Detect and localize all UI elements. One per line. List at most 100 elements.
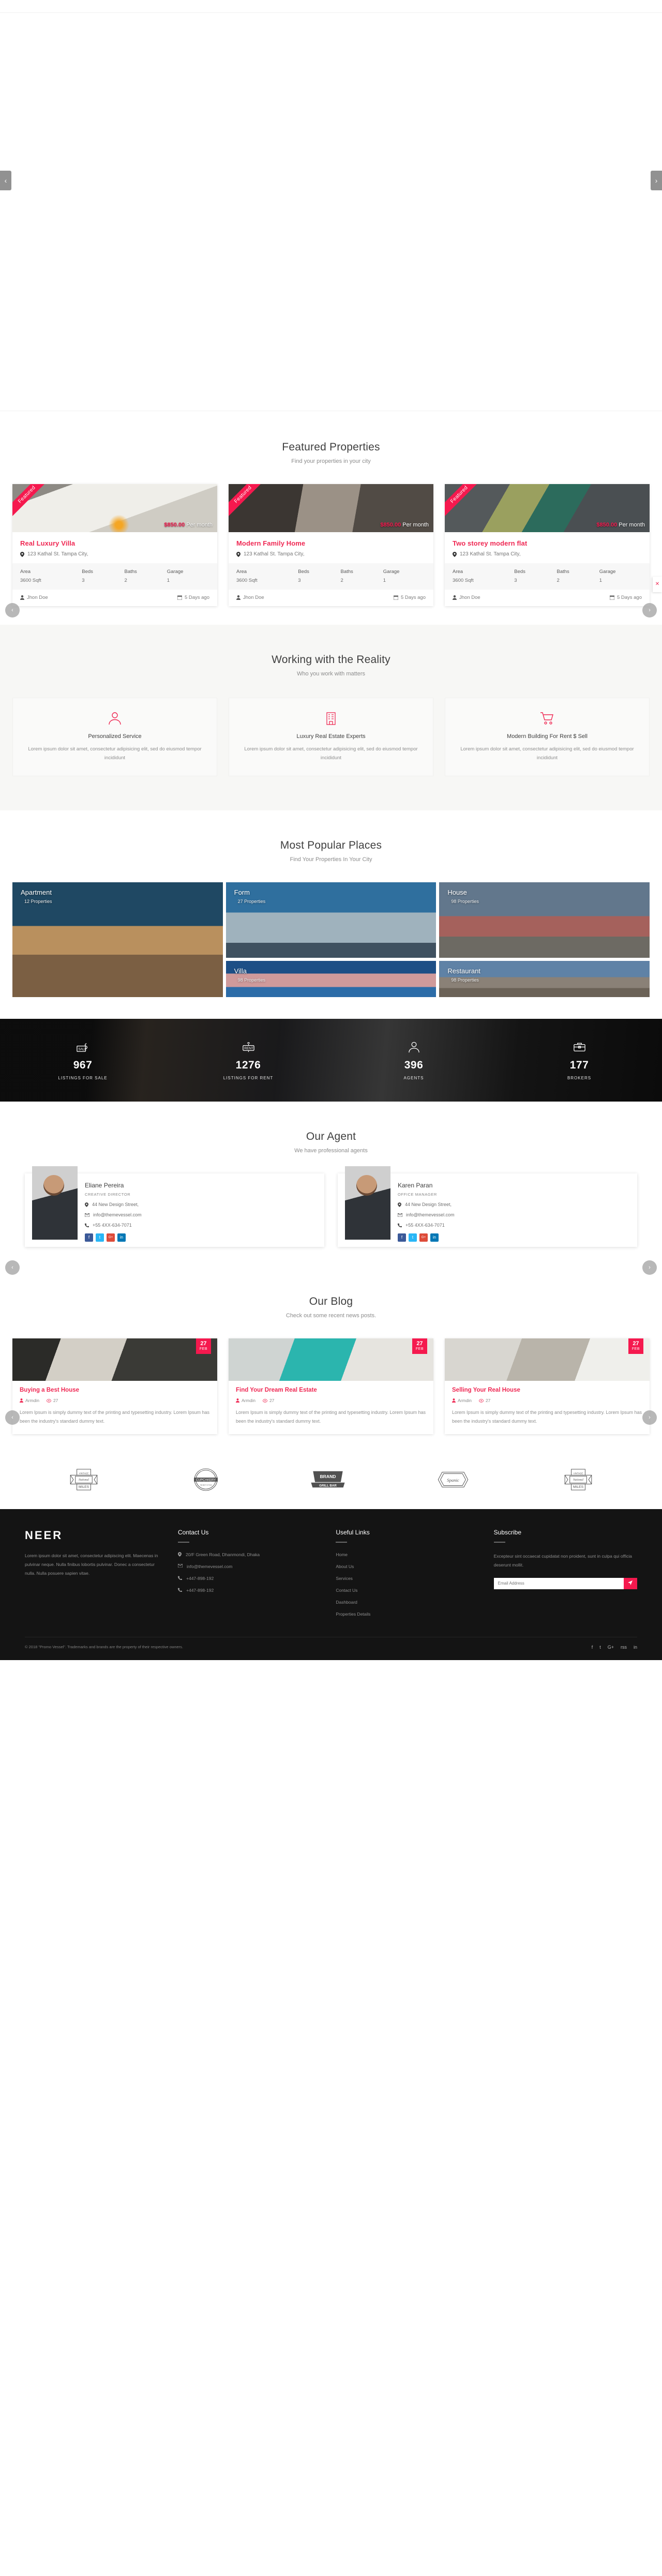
agent-email-text[interactable]: info@themevessel.com — [93, 1212, 142, 1217]
linkedin-icon[interactable]: in — [634, 1645, 637, 1650]
map-pin-icon — [20, 551, 24, 557]
price-unit: Per month — [619, 522, 645, 528]
service-card[interactable]: Luxury Real Estate Experts Lorem ipsum d… — [229, 698, 433, 777]
property-address-text: 123 Kathal St. Tampa City, — [244, 551, 305, 557]
avatar — [32, 1166, 78, 1240]
stats-bar: SALE 967 LISTINGS FOR SALE RENT 1276 LIS… — [0, 1019, 662, 1102]
rss-icon[interactable]: rss — [621, 1645, 627, 1650]
spec-baths: Baths 2 — [557, 569, 599, 583]
property-price: $850.00 Per month — [596, 522, 645, 528]
user-icon — [453, 595, 457, 600]
agent-card[interactable]: Karen Paran OFFICE MANAGER 44 New Design… — [338, 1166, 637, 1247]
featured-next-button[interactable]: › — [642, 603, 657, 617]
section-title: Our Agent — [306, 1131, 356, 1143]
blog-card[interactable]: 27 FEB Buying a Best House Armdin 27 Lor… — [12, 1338, 217, 1434]
date-text: 5 Days ago — [616, 595, 642, 600]
blog-card[interactable]: 27 FEB Find Your Dream Real Estate Armdi… — [229, 1338, 433, 1434]
footer-link-about-us[interactable]: About Us — [336, 1564, 479, 1569]
footer-link-properties-details[interactable]: Properties Details — [336, 1611, 479, 1617]
vintage-national-miles-logo-2: VINTAGE National MILES — [560, 1468, 596, 1494]
blog-author: Armdin — [20, 1398, 39, 1403]
google-plus-icon[interactable]: G+ — [608, 1645, 614, 1650]
place-tile-form[interactable]: Form 27 Properties — [225, 882, 437, 958]
svg-text:National: National — [573, 1478, 583, 1481]
google-plus-icon[interactable]: G+ — [107, 1233, 115, 1242]
blog-excerpt: Lorem Ipsum is simply dummy text of the … — [452, 1410, 642, 1424]
phone-icon — [178, 1588, 182, 1592]
svg-text:BRAND: BRAND — [320, 1474, 336, 1479]
stat-label: AGENTS — [403, 1076, 424, 1081]
price-value: $850.00 — [380, 522, 401, 528]
blog-author: Armdin — [452, 1398, 472, 1403]
linkedin-icon[interactable]: in — [117, 1233, 126, 1242]
spec-beds: Beds 3 — [298, 569, 340, 583]
envelope-icon — [178, 1563, 183, 1568]
footer-subscribe-column: Subscribe Excepteur sint occaecat cupida… — [493, 1529, 637, 1623]
blog-author: Armdin — [236, 1398, 255, 1403]
email-field[interactable] — [493, 1577, 624, 1589]
place-name: Apartment — [21, 888, 52, 897]
twitter-icon[interactable]: t — [409, 1233, 417, 1242]
blog-image: 27 FEB — [229, 1338, 433, 1381]
property-title[interactable]: Real Luxury Villa — [20, 539, 209, 547]
phone-icon — [178, 1576, 182, 1580]
blog-title[interactable]: Find Your Dream Real Estate — [236, 1387, 426, 1393]
blog-title[interactable]: Selling Your Real House — [452, 1387, 642, 1393]
service-card[interactable]: Personalized Service Lorem ipsum dolor s… — [12, 698, 217, 777]
stat-brokers: 177 BROKERS — [496, 1040, 662, 1080]
place-tile-apartment[interactable]: Apartment 12 Properties — [12, 882, 223, 998]
footer-link-services[interactable]: Services — [336, 1576, 479, 1581]
place-name: House — [447, 888, 467, 897]
place-tile-house[interactable]: House 98 Properties — [439, 882, 650, 958]
property-card[interactable]: Featured $850.00 Per month Modern Family… — [229, 484, 433, 606]
twitter-icon[interactable]: t — [96, 1233, 104, 1242]
blog-section: Our Blog Check out some recent news post… — [0, 1268, 662, 1454]
facebook-icon[interactable]: f — [398, 1233, 406, 1242]
facebook-icon[interactable]: f — [592, 1645, 593, 1650]
agent-icon — [331, 1040, 496, 1056]
stat-agents: 396 AGENTS — [331, 1040, 496, 1080]
property-card[interactable]: Featured $850.00 Per month Real Luxury V… — [12, 484, 217, 606]
place-tile-restaurant[interactable]: Restaurant 98 Properties — [439, 961, 650, 998]
blog-card[interactable]: 27 FEB Selling Your Real House Armdin 27 — [445, 1338, 650, 1434]
title-underline — [493, 1541, 505, 1543]
agent-email-text[interactable]: info@themevessel.com — [406, 1212, 455, 1217]
spec-value: 3600 Sqft — [453, 578, 474, 583]
footer-link-dashboard[interactable]: Dashboard — [336, 1600, 479, 1605]
section-title: Featured Properties — [282, 441, 380, 453]
property-address-text: 123 Kathal St. Tampa City, — [460, 551, 521, 557]
author-name: Jhon Doe — [459, 595, 480, 600]
blog-body: Selling Your Real House Armdin 27 Lorem … — [445, 1381, 650, 1434]
property-title[interactable]: Modern Family Home — [236, 539, 426, 547]
hero-next-button[interactable]: › — [651, 171, 662, 190]
spec-area: Area 3600 Sqft — [236, 569, 298, 583]
property-card[interactable]: Featured $850.00 Per month Two storey mo… — [445, 484, 650, 606]
blog-author-name: Armdin — [458, 1398, 472, 1404]
footer-link-home[interactable]: Home — [336, 1552, 479, 1557]
footer-email-text[interactable]: info@themevessel.com — [187, 1564, 232, 1569]
title-underline — [178, 1541, 189, 1543]
footer-link-contact-us[interactable]: Contact Us — [336, 1588, 479, 1593]
featured-prev-button[interactable]: ‹ — [5, 603, 20, 617]
hero-prev-button[interactable]: ‹ — [0, 171, 11, 190]
blog-views: 27 — [262, 1398, 274, 1403]
footer-column-title: Useful Links — [336, 1528, 370, 1536]
brand-logos: VINTAGE National MILES CUPCAKERY THE BES… — [0, 1455, 662, 1509]
linkedin-icon[interactable]: in — [430, 1233, 439, 1242]
close-icon[interactable]: ✕ — [653, 577, 662, 592]
property-address: 123 Kathal St. Tampa City, — [236, 551, 426, 557]
agent-card[interactable]: Eliane Pereira CREATIVE DIRECTOR 44 New … — [25, 1166, 324, 1247]
blog-title[interactable]: Buying a Best House — [20, 1387, 210, 1393]
property-title[interactable]: Two storey modern flat — [453, 539, 642, 547]
service-text: Lorem ipsum dolor sit amet, consectetur … — [244, 746, 418, 761]
facebook-icon[interactable]: f — [85, 1233, 93, 1242]
twitter-icon[interactable]: t — [599, 1645, 601, 1650]
agent-phone: +55 4XX-634-7071 — [85, 1223, 317, 1228]
subscribe-button[interactable] — [623, 1577, 637, 1589]
place-tile-villa[interactable]: Villa 98 Properties — [225, 961, 437, 998]
spec-baths: Baths 2 — [341, 569, 383, 583]
property-date: 5 Days ago — [393, 595, 426, 600]
service-card[interactable]: Modern Building For Rent $ Sell Lorem ip… — [445, 698, 650, 777]
google-plus-icon[interactable]: G+ — [419, 1233, 428, 1242]
agent-address-text: 44 New Design Street, — [92, 1202, 139, 1208]
